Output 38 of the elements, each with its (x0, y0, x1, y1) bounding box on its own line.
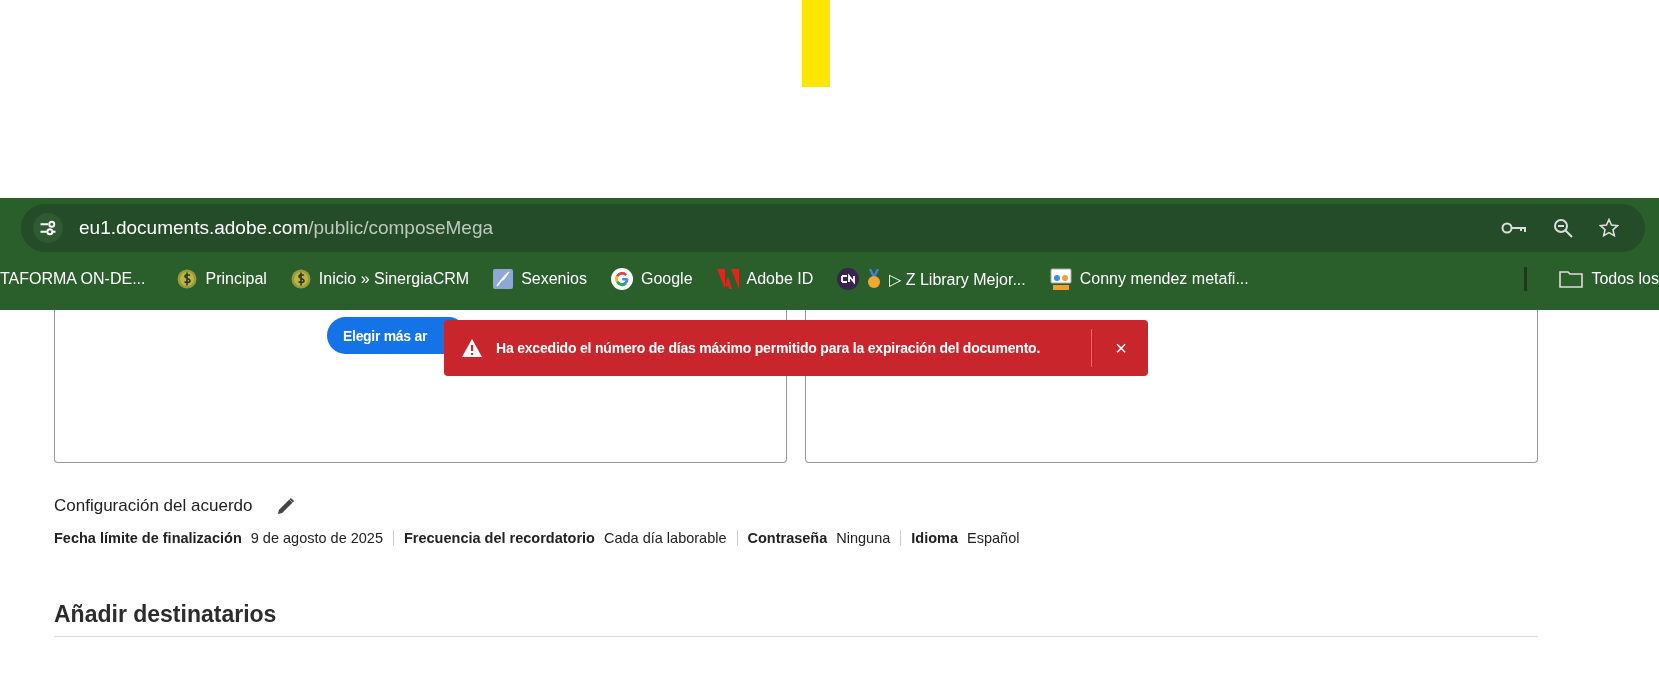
key-icon[interactable] (1501, 220, 1527, 236)
setting-label: Contraseña (747, 530, 828, 546)
address-bar[interactable]: eu1.documents.adobe.com/public/composeMega (21, 204, 1645, 252)
zoom-out-icon[interactable] (1553, 218, 1573, 238)
feather-icon (493, 269, 514, 289)
coin-icon (290, 269, 311, 289)
section-title: Configuración del acuerdo (54, 496, 253, 516)
setting-value: Ninguna (836, 530, 891, 546)
bookmark[interactable]: Sexenios (481, 269, 599, 289)
coin-icon (177, 269, 198, 289)
all-bookmarks-folder[interactable]: Todos los (1547, 269, 1659, 289)
medal-icon (867, 269, 882, 289)
bookmark[interactable]: Conny mendez metafi... (1037, 268, 1261, 290)
circle-badge-icon (837, 268, 860, 290)
bookmark[interactable]: TAFORMA ON-DE... (0, 270, 158, 288)
folder-icon (1559, 269, 1584, 289)
pencil-icon[interactable] (276, 496, 296, 516)
bookmark[interactable]: Principal (165, 269, 279, 289)
google-icon (610, 268, 633, 290)
url-text: eu1.documents.adobe.com/public/composeMega (79, 217, 494, 239)
error-message: Ha excedido el número de días máximo permitido para la expiración del documento. (496, 340, 1041, 356)
setting-value: Cada día laborable (603, 530, 727, 546)
close-button[interactable]: × (1106, 336, 1136, 360)
setting-value: Español (967, 530, 1020, 546)
bookmark[interactable]: Inicio » SinergiaCRM (278, 269, 482, 289)
setting-label: Frecuencia del recordatorio (404, 530, 595, 546)
section-heading: Añadir destinatarios (54, 601, 1538, 637)
bookmark[interactable]: Adobe ID (704, 269, 826, 289)
setting-label: Fecha límite de finalización (54, 530, 242, 546)
warning-icon (462, 339, 482, 357)
bookmark[interactable]: Google (598, 268, 705, 290)
site-settings-icon[interactable] (33, 213, 63, 243)
bookmark[interactable]: ▷ Z Library Mejor... (825, 268, 1038, 290)
setting-value: 9 de agosto de 2025 (250, 530, 383, 546)
star-icon[interactable] (1599, 218, 1619, 238)
setting-label: Idioma (911, 530, 959, 546)
people-icon (1049, 268, 1072, 290)
adobe-icon (716, 269, 739, 289)
